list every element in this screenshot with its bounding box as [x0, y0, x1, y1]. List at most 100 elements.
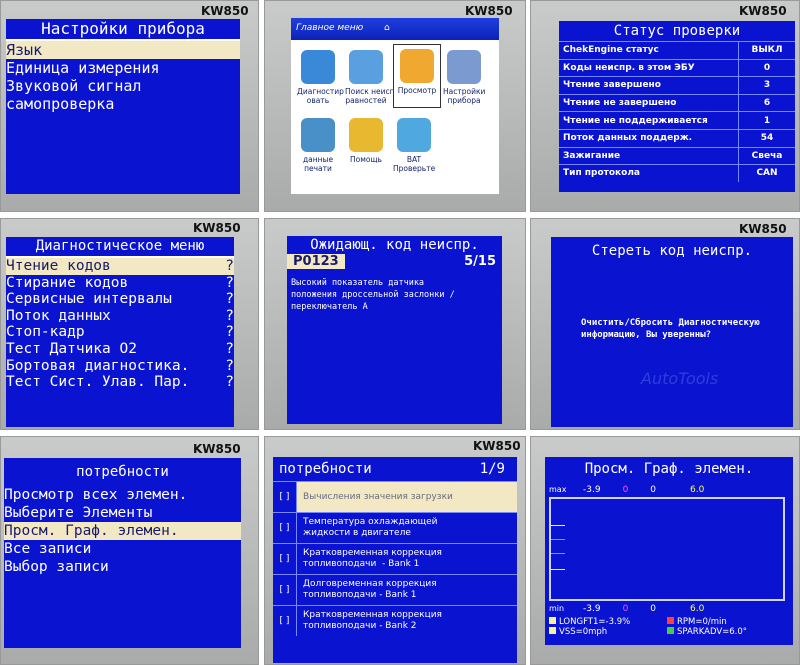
diag-item[interactable]: Чтение кодов? [6, 258, 234, 275]
graph-value: 0 [650, 604, 657, 614]
search-icon [349, 50, 383, 84]
status-key: Чтение не завершено [559, 94, 739, 112]
select-title: потребности [279, 461, 372, 477]
menu-icon-view[interactable]: Просмотр [393, 44, 441, 108]
dtc-title: Ожидающ. код неиспр. [310, 237, 479, 253]
diag-item-mark: ? [225, 357, 234, 374]
brand-label: KW850 [193, 221, 241, 235]
status-value: 6 [763, 98, 771, 109]
diag-item[interactable]: Тест Сист. Улав. Пар.? [6, 374, 234, 391]
settings-icon [447, 50, 481, 84]
needs-item[interactable]: Просмотр всех элемен. [4, 486, 241, 504]
diag-item-mark: ? [225, 291, 234, 308]
erase-screen: Стереть код неиспр. Очистить/Сбросить Ди… [551, 237, 793, 427]
device-erase: KW850 Стереть код неиспр. Очистить/Сброс… [530, 218, 800, 430]
device-dtc: Ожидающ. код неиспр. P0123 5/15 Высокий … [264, 218, 526, 430]
device-graph: Просм. Граф. элемен. max -3.9 0 0 6.0 min -… [530, 436, 800, 665]
status-value: ВЫКЛ [751, 45, 783, 56]
diag-item-label: Стирание кодов [6, 274, 129, 291]
status-title: Статус проверки [613, 23, 741, 39]
diag-item-label: Поток данных [6, 307, 111, 324]
select-item[interactable]: [ ] Кратковременная коррекция топливопода… [273, 605, 517, 636]
diag-screen: Диагностическое меню Чтение кодов? Стиран… [6, 237, 234, 427]
status-value: 0 [763, 62, 771, 73]
graph-max-values: -3.9 0 0 6.0 [583, 485, 726, 495]
diag-item[interactable]: Бортовая диагностика.? [6, 358, 234, 375]
menu-icon-label: Настройки прибора [443, 87, 486, 105]
diag-item[interactable]: Поток данных? [6, 308, 234, 325]
settings-item[interactable]: Язык [6, 41, 240, 59]
legend-swatch [549, 617, 556, 624]
select-item-text: Кратковременная коррекция топливоподачи … [303, 548, 442, 569]
graph-value: 0 [650, 485, 657, 495]
diag-item[interactable]: Тест Датчика O2? [6, 341, 234, 358]
needs-item[interactable]: Просм. Граф. элемен. [4, 522, 241, 540]
graph-min-row: min [549, 604, 564, 613]
dtc-code-bar: P0123 5/15 [287, 254, 502, 269]
legend-swatch [549, 627, 556, 634]
diag-item-mark: ? [225, 307, 234, 324]
select-item-text: Долговременная коррекция топливоподачи -… [303, 579, 437, 600]
menu-icon-search[interactable]: Поиск неисп равностей [345, 50, 395, 106]
diag-item-mark: ? [225, 258, 234, 274]
brand-label: KW850 [739, 222, 787, 236]
graph-value: 0 [622, 604, 629, 614]
status-row: Поток данных поддерж. 54 [559, 128, 795, 147]
graph-title: Просм. Граф. элемен. [584, 461, 754, 477]
select-item-text: Вычисления значения загрузки [303, 491, 453, 502]
menu-icon-diagnostics[interactable]: Диагностир овать [297, 50, 344, 106]
menu-icon-print[interactable]: данные печати [297, 118, 339, 174]
status-row: Коды неиспр. в этом ЭБУ 0 [559, 58, 795, 77]
select-item[interactable]: [ ] Кратковременная коррекция топливопода… [273, 543, 517, 574]
checkbox[interactable]: [ ] [273, 575, 297, 605]
menu-icon-help[interactable]: Помощь [345, 118, 387, 174]
status-row: Тип протокола CAN [559, 164, 795, 182]
legend-entry: LONGFT1=-3.9% [549, 617, 667, 627]
checkbox[interactable]: [ ] [273, 544, 297, 574]
select-item-label: Температура охлаждающей жидкости в двига… [297, 517, 517, 539]
diag-item[interactable]: Сервисные интервалы? [6, 291, 234, 308]
settings-item[interactable]: Единица измерения [6, 59, 240, 77]
checkbox[interactable]: [ ] [273, 513, 297, 543]
diag-item[interactable]: Стоп-кадр? [6, 324, 234, 341]
diag-item-label: Тест Сист. Улав. Пар. [6, 374, 190, 391]
status-value: 3 [763, 80, 771, 91]
status-key: Тип протокола [559, 165, 739, 182]
needs-item[interactable]: Выбор записи [4, 558, 241, 576]
settings-item[interactable]: самопроверка [6, 95, 240, 113]
needs-item[interactable]: Выберите Элементы [4, 504, 241, 522]
status-value: Свеча [751, 150, 783, 161]
status-row: Зажигание Свеча [559, 146, 795, 165]
diag-item[interactable]: Стирание кодов? [6, 275, 234, 292]
select-item[interactable]: [ ] Температура охлаждающей жидкости в дв… [273, 512, 517, 543]
device-needs: KW850 потребности Просмотр всех элемен. В… [0, 436, 259, 665]
select-item-text: Кратковременная коррекция топливоподачи … [303, 610, 442, 631]
select-item[interactable]: [ ] Вычисления значения загрузки [273, 481, 517, 512]
legend-entry: SPARKADV=6.0° [667, 627, 785, 637]
battery-icon [397, 118, 431, 152]
menu-icon-battery[interactable]: BAT Проверьте [393, 118, 435, 174]
home-icon[interactable]: ⌂ [384, 23, 390, 33]
status-key: Зажигание [559, 147, 739, 165]
select-item[interactable]: [ ] Долговременная коррекция топливоподач… [273, 574, 517, 605]
needs-item[interactable]: Все записи [4, 540, 241, 558]
dtc-page: 5/15 [464, 254, 496, 269]
legend-entry: VSS=0mph [549, 627, 667, 637]
select-item-label: Долговременная коррекция топливоподачи -… [297, 579, 517, 601]
status-row: Чтение завершено 3 [559, 76, 795, 94]
graph-legend: LONGFT1=-3.9% RPM=0/min VSS=0mph SPARKADV=6… [549, 617, 789, 637]
status-key: ChekEngine статус [559, 42, 739, 59]
menu-icon-settings[interactable]: Настройки прибора [443, 50, 485, 106]
graph-min-label: min [549, 604, 565, 613]
select-item-text: Температура охлаждающей жидкости в двига… [303, 517, 438, 538]
legend-text: RPM=0/min [677, 617, 727, 627]
diag-item-label: Тест Датчика O2 [6, 340, 137, 357]
checkbox[interactable]: [ ] [273, 482, 297, 512]
status-screen: Статус проверки ChekEngine статус ВЫКЛ Код… [559, 21, 795, 192]
settings-item[interactable]: Звуковой сигнал [6, 77, 240, 95]
erase-message: Очистить/Сбросить Диагностическую информ… [581, 318, 760, 340]
watermark: AutoTools [641, 369, 719, 388]
checkbox[interactable]: [ ] [273, 606, 297, 636]
status-key: Коды неиспр. в этом ЭБУ [559, 59, 739, 77]
select-page: 1/9 [479, 461, 505, 477]
